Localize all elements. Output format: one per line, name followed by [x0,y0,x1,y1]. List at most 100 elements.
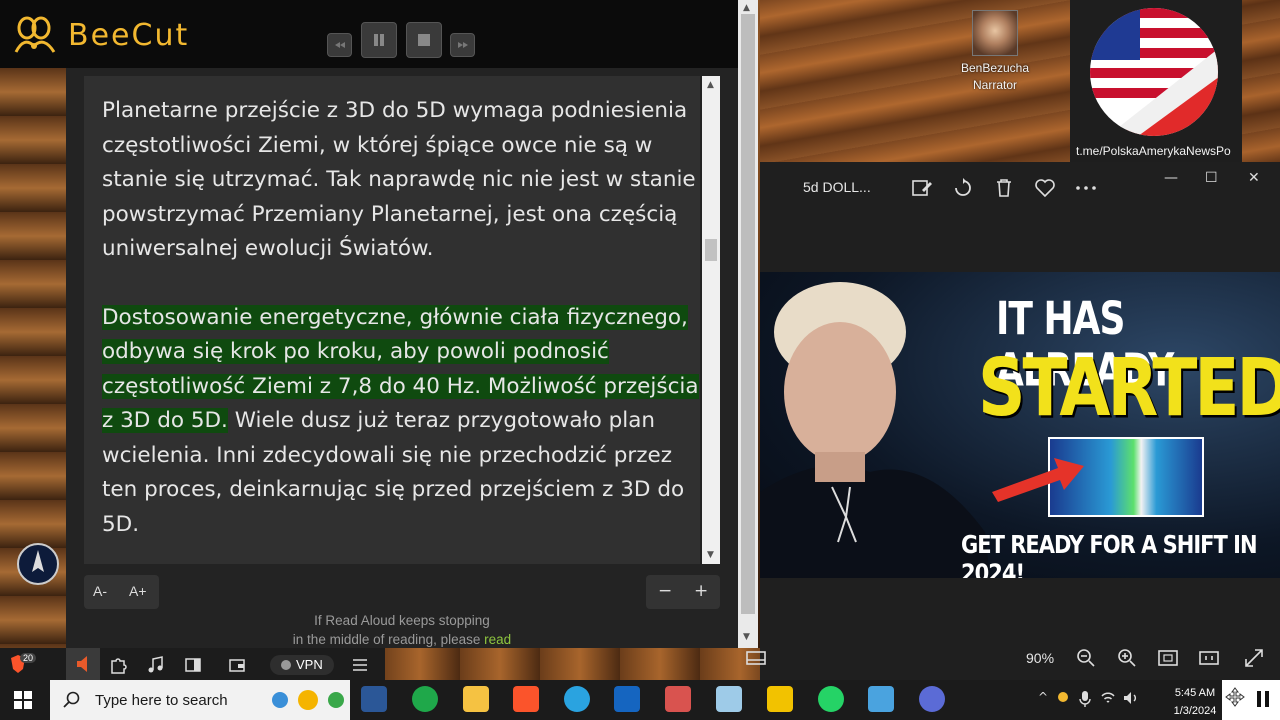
wallet-icon[interactable] [227,655,247,675]
channel-logo-box [1070,0,1242,162]
rewind-icon [334,42,345,48]
reader-text-area: Planetarne przejście z 3D do 5D wymaga p… [84,76,700,564]
taskbar-clock[interactable]: 5:45 AM 1/3/2024 [1160,684,1230,720]
forward-icon [457,42,468,48]
woman-portrait [760,282,990,578]
font-increase-button[interactable]: A+ [129,583,147,599]
reader-scroll-thumb[interactable] [705,239,717,261]
read-aloud-panel: Planetarne przejście z 3D do 5D wymaga p… [66,68,738,648]
zoom-out-icon[interactable] [1074,646,1098,670]
scroll-down-icon[interactable]: ▼ [707,550,714,560]
page-scrollbar[interactable]: ▲ ▼ [738,0,758,648]
menu-icon[interactable] [350,655,370,675]
android-app-icon[interactable] [412,686,438,712]
word-app-icon[interactable] [361,686,387,712]
zoom-in-icon[interactable] [1115,646,1139,670]
read-aloud-extension-button[interactable] [66,648,100,680]
pause-button[interactable] [361,22,397,58]
paragraph-1: Planetarne przejście z 3D do 5D wymaga p… [102,98,696,261]
font-size-controls: A- A+ [84,575,159,609]
whatsapp-taskbar-icon[interactable] [818,686,844,712]
reader-help-note: If Read Aloud keeps stopping in the midd… [66,611,738,649]
reader-zoom-in-button[interactable]: + [694,581,708,601]
red-arrow-icon [992,458,1084,502]
app-taskbar-icon-6[interactable] [665,686,691,712]
video-thumbnail-image: IT HAS ALREADY STARTED! GET READY FOR A … [760,272,1280,578]
notification-badge: 20 [20,653,37,663]
minimize-icon[interactable]: — [1164,170,1178,186]
telegram-taskbar-icon[interactable] [564,686,590,712]
paragraph-2: Dostosowanie energetyczne, głównie ciała… [84,301,700,543]
reader-zoom-out-button[interactable]: − [658,581,672,601]
page-scroll-up-icon[interactable]: ▲ [743,3,750,13]
music-note-icon[interactable] [146,655,166,675]
speaker-volume-icon[interactable] [1122,690,1140,706]
edit-image-icon[interactable] [910,176,934,200]
sidebar-toggle-icon[interactable] [183,655,203,675]
search-highlight-icon [272,690,344,710]
note-line-2-text: in the middle of reading, please [292,632,485,647]
move-cursor-icon [1225,687,1245,707]
note-line-2: in the middle of reading, please read [66,630,738,649]
stop-button[interactable] [406,22,442,58]
page-scroll-thumb[interactable] [741,14,755,614]
telegram-link[interactable]: t.me/PolskaAmerykaNewsPo [1076,144,1231,158]
show-hidden-icons-icon[interactable]: ^ [1038,690,1048,704]
maximize-icon[interactable]: ☐ [1205,170,1218,186]
brave-taskbar-icon[interactable] [513,686,539,712]
narrator-avatar [972,10,1018,56]
delete-icon[interactable] [992,176,1016,200]
read-link[interactable]: read [484,632,511,647]
file-explorer-icon[interactable] [463,686,489,712]
photo-zoom-level: 90% [1026,650,1055,666]
filmstrip-icon[interactable] [744,646,768,670]
media-player-icon[interactable] [614,686,640,712]
search-icon [63,691,80,708]
reader-scrollbar[interactable]: ▲ ▼ [702,76,720,564]
microphone-icon[interactable] [1078,690,1092,708]
photos-taskbar-icon[interactable] [868,686,894,712]
beecut-taskbar-icon[interactable] [767,686,793,712]
notification-area[interactable] [1222,680,1280,720]
clock-time: 5:45 AM [1174,687,1216,699]
reader-zoom-controls: − + [646,575,720,609]
page-scroll-down-icon[interactable]: ▼ [743,632,750,642]
note-line-1: If Read Aloud keeps stopping [314,613,490,628]
photo-file-title: 5d DOLL... [803,179,871,195]
photos-viewer-window: 5d DOLL... — ☐ ✕ IT HAS ALREADY STARTED!… [746,162,1280,680]
fit-to-window-icon[interactable] [1156,646,1180,670]
extensions-puzzle-icon[interactable] [108,655,128,675]
favorite-heart-icon[interactable] [1033,176,1057,200]
rewind-button[interactable] [327,33,352,57]
wifi-icon[interactable] [1100,690,1116,706]
beecut-toolbar: BeeCut [0,0,738,68]
more-options-icon[interactable] [1074,176,1098,200]
fullscreen-icon[interactable] [1242,646,1266,670]
space-force-emblem-icon[interactable] [16,542,60,586]
windows-start-icon[interactable] [14,691,32,709]
font-decrease-button[interactable]: A- [93,583,107,599]
actual-size-icon[interactable] [1197,646,1221,670]
pause-icon [374,34,384,46]
stop-icon [418,34,430,46]
rotate-icon[interactable] [951,176,975,200]
us-poland-flag-icon [1090,8,1218,136]
narrator-name: BenBezucha [960,61,1030,75]
app-taskbar-icon-12[interactable] [919,686,945,712]
thumbnail-line-2: STARTED! [978,342,1280,435]
app-taskbar-icon-7[interactable] [716,686,742,712]
speaker-icon [77,656,87,672]
search-placeholder: Type here to search [95,692,228,709]
clock-date: 1/3/2024 [1173,705,1217,717]
close-icon[interactable]: ✕ [1248,170,1260,186]
pause-overlay-icon [1257,691,1269,707]
forward-button[interactable] [450,33,475,57]
vpn-button[interactable]: VPN [270,655,334,675]
thumbnail-line-3: GET READY FOR A SHIFT IN 2024! [961,530,1258,578]
narrator-label: BenBezucha Narrator [948,60,1042,94]
bee-logo-icon [14,16,56,53]
tray-app-icon[interactable] [1058,692,1068,702]
scroll-up-icon[interactable]: ▲ [707,80,714,90]
app-title: BeeCut [68,18,190,53]
narrator-role: Narrator [972,78,1017,92]
